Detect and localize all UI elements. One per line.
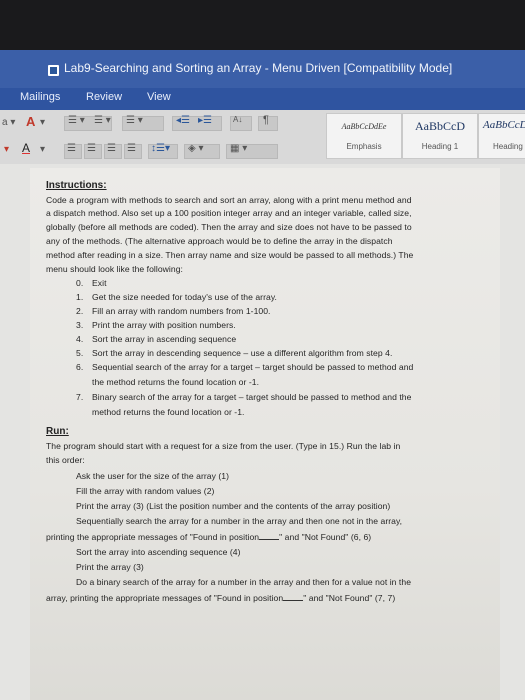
style-emphasis[interactable]: AaBbCcDdEe Emphasis — [326, 113, 402, 159]
font-color-icon[interactable]: A — [22, 141, 30, 155]
style-label: Emphasis — [346, 142, 382, 151]
menu-item-number: 6. — [76, 362, 84, 372]
body-line: menu should look like the following: — [46, 264, 183, 274]
body-line: The program should start with a request … — [46, 441, 401, 451]
style-sample: AaBbCcDdEe — [341, 122, 387, 131]
style-sample: AaBbCcD — [415, 119, 465, 133]
run-step-wrap: printing the appropriate messages of "Fo… — [46, 531, 371, 542]
tab-view[interactable]: View — [147, 91, 171, 103]
align-left-icon: ☰ — [67, 143, 76, 154]
menu-item-number: 7. — [76, 392, 84, 402]
menu-item-text: Print the array with position numbers. — [92, 320, 236, 330]
font-color-dropdown-icon[interactable]: ▾ — [4, 144, 9, 155]
menu-item-text-cont: method returns the found location or -1. — [92, 407, 245, 417]
highlight-icon[interactable]: A — [26, 114, 35, 129]
numbering-icon[interactable]: ☰ ▾ — [94, 115, 111, 126]
run-step-wrap-text-b: " and "Not Found" (6, 6) — [279, 532, 372, 542]
bullets-icon: ☰ ▾ — [68, 115, 85, 126]
run-step: Print the array (3) (List the position n… — [76, 501, 391, 511]
run-step-wrap-text-a: array, printing the appropriate messages… — [46, 593, 284, 603]
menu-item-number: 5. — [76, 348, 84, 358]
pilcrow-icon: ¶ — [263, 114, 269, 126]
run-step-wrap-text-a: printing the appropriate messages of "Fo… — [46, 532, 260, 542]
style-label: Heading 2 — [493, 142, 525, 151]
body-line: a dispatch method. Also set up a 100 pos… — [46, 208, 412, 218]
menu-item-text: Get the size needed for today's use of t… — [92, 292, 277, 302]
dropdown-icon[interactable]: ▾ — [40, 144, 45, 155]
run-step: Sequentially search the array for a numb… — [76, 516, 403, 526]
sort-icon: A↓ — [233, 115, 243, 124]
text-effects-icon[interactable]: a ▾ — [2, 117, 15, 128]
decrease-indent-icon: ◂☰ — [176, 115, 190, 126]
borders-icon: ▦ ▾ — [230, 143, 248, 154]
menu-item-number: 4. — [76, 334, 84, 344]
menu-item-number: 2. — [76, 306, 84, 316]
menu-item-text: Exit — [92, 278, 107, 288]
tab-review[interactable]: Review — [86, 91, 122, 103]
menu-item-text: Sequential search of the array for a tar… — [92, 362, 414, 372]
style-label: Heading 1 — [421, 142, 459, 151]
align-right-icon: ☰ — [107, 143, 116, 154]
document-page[interactable] — [30, 168, 500, 700]
body-line: any of the methods. (The alternative app… — [46, 236, 393, 246]
justify-icon: ☰ — [127, 143, 136, 154]
run-step: Ask the user for the size of the array (… — [76, 471, 230, 481]
menu-item-text: Sort the array in descending sequence – … — [92, 348, 393, 358]
line-spacing-icon: ↕☰▾ — [151, 143, 170, 154]
blank-line — [259, 531, 280, 540]
run-heading: Run: — [46, 426, 69, 437]
dropdown-icon[interactable]: ▾ — [40, 117, 45, 128]
instructions-heading: Instructions: — [46, 180, 107, 191]
body-line: method after reading in a size. Then arr… — [46, 250, 414, 260]
menu-item-number: 3. — [76, 320, 84, 330]
menu-item-text: Sort the array in ascending sequence — [92, 334, 237, 344]
menu-item-text-cont: the method returns the found location or… — [92, 377, 260, 387]
run-step: Sort the array into ascending sequence (… — [76, 547, 241, 557]
run-step: Fill the array with random values (2) — [76, 486, 215, 496]
body-line: Code a program with methods to search an… — [46, 195, 412, 205]
run-step-wrap-text-b: " and "Not Found" (7, 7) — [303, 593, 396, 603]
tab-mailings[interactable]: Mailings — [20, 91, 60, 103]
align-center-icon: ☰ — [87, 143, 96, 154]
ribbon-tab-row — [0, 88, 525, 110]
menu-item-text: Fill an array with random numbers from 1… — [92, 306, 271, 316]
style-sample: AaBbCcD — [483, 119, 525, 131]
run-step: Print the array (3) — [76, 562, 144, 572]
increase-indent-icon: ▸☰ — [198, 115, 212, 126]
body-line: globally (before all methods are coded).… — [46, 222, 412, 232]
run-step-wrap: array, printing the appropriate messages… — [46, 592, 395, 603]
run-step: Do a binary search of the array for a nu… — [76, 577, 412, 587]
window-title: Lab9-Searching and Sorting an Array - Me… — [64, 61, 453, 75]
multilevel-list-icon: ☰ ▾ — [126, 115, 143, 126]
style-heading-1[interactable]: AaBbCcD Heading 1 — [402, 113, 478, 159]
blank-line — [283, 592, 304, 601]
menu-item-number: 0. — [76, 278, 84, 288]
menu-item-number: 1. — [76, 292, 84, 302]
style-heading-2[interactable]: AaBbCcD Heading 2 — [478, 113, 525, 159]
shading-icon: ◈ ▾ — [188, 143, 204, 154]
photo-top-frame — [0, 0, 525, 50]
body-line: this order: — [46, 455, 85, 465]
menu-item-text: Binary search of the array for a target … — [92, 392, 412, 402]
word-doc-icon — [48, 65, 59, 76]
